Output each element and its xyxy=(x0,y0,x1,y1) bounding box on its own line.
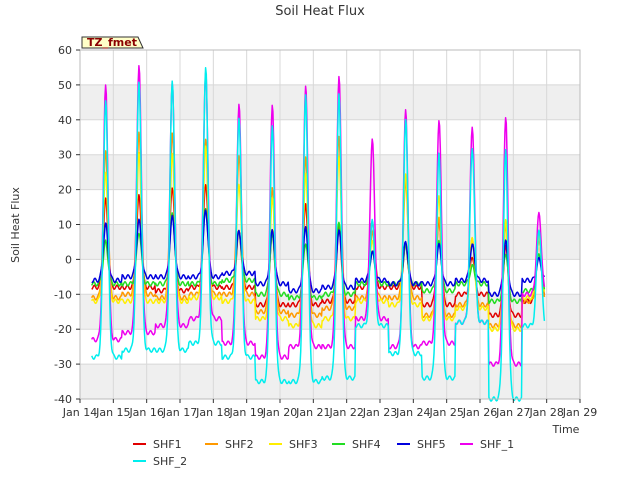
y-tick-label: 30 xyxy=(58,149,72,162)
site-badge: TZ_fmet xyxy=(81,36,144,49)
y-tick-label: 40 xyxy=(58,114,72,127)
x-axis-label: Time xyxy=(552,423,580,436)
legend-label-shf3: SHF3 xyxy=(289,438,318,451)
legend-label-shf-2: SHF_2 xyxy=(153,455,187,468)
y-tick-label: 0 xyxy=(65,253,72,266)
y-axis-label: Soil Heat Flux xyxy=(9,187,22,263)
plot-band xyxy=(80,364,580,399)
x-tick-label: Jan 15 xyxy=(95,406,130,419)
x-tick-label: Jan 21 xyxy=(295,406,330,419)
x-tick-label: Jan 18 xyxy=(195,406,230,419)
y-tick-label: -20 xyxy=(54,323,72,336)
soil-heat-flux-chart: -40-30-20-100102030405060Jan 14Jan 15Jan… xyxy=(0,0,640,480)
x-tick-label: Jan 27 xyxy=(495,406,530,419)
x-tick-label: Jan 20 xyxy=(262,406,297,419)
y-tick-label: -30 xyxy=(54,358,72,371)
y-tick-label: 20 xyxy=(58,184,72,197)
plot-band xyxy=(80,84,580,120)
legend-label-shf5: SHF5 xyxy=(417,438,446,451)
y-tick-label: -10 xyxy=(54,288,72,301)
x-tick-label: Jan 24 xyxy=(395,406,430,419)
x-tick-label: Jan 25 xyxy=(428,406,463,419)
x-tick-label: Jan 28 xyxy=(528,406,563,419)
x-tick-label: Jan 17 xyxy=(162,406,197,419)
legend-label-shf-1: SHF_1 xyxy=(480,438,514,451)
y-tick-label: -40 xyxy=(54,393,72,406)
x-tick-label: Jan 23 xyxy=(362,406,397,419)
legend-label-shf1: SHF1 xyxy=(153,438,182,451)
chart-title: Soil Heat Flux xyxy=(275,4,365,19)
x-tick-label: Jan 26 xyxy=(462,406,497,419)
y-tick-label: 60 xyxy=(58,44,72,57)
x-tick-label: Jan 19 xyxy=(228,406,263,419)
x-tick-label: Jan 22 xyxy=(328,406,363,419)
badge-text: TZ_fmet xyxy=(87,36,137,49)
x-tick-label: Jan 16 xyxy=(128,406,163,419)
y-tick-label: 10 xyxy=(58,219,72,232)
x-tick-label: Jan 14 xyxy=(62,406,97,419)
x-tick-label: Jan 29 xyxy=(562,406,597,419)
legend-label-shf4: SHF4 xyxy=(352,438,381,451)
y-tick-label: 50 xyxy=(58,79,72,92)
legend-label-shf2: SHF2 xyxy=(225,438,254,451)
